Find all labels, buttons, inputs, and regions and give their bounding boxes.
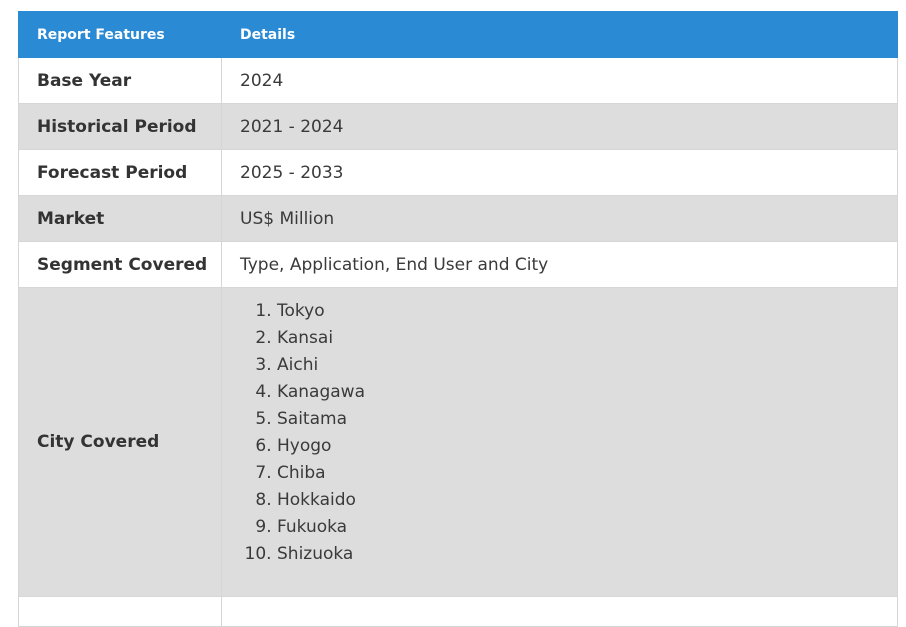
list-item-city: Kansai xyxy=(277,325,897,352)
feature-cell: Market xyxy=(18,195,222,242)
details-cell: 2025 - 2033 xyxy=(221,149,898,196)
report-features-table: Report Features Details Base Year 2024 H… xyxy=(18,11,898,627)
details-cell: Type, Application, End User and City xyxy=(221,241,898,288)
list-item-city: Chiba xyxy=(277,460,897,487)
table-row: Forecast Period 2025 - 2033 xyxy=(18,149,898,196)
feature-cell: Segment Covered xyxy=(18,241,222,288)
list-item-city: Fukuoka xyxy=(277,514,897,541)
list-item-city: Hyogo xyxy=(277,433,897,460)
report-features-table-container: Report Features Details Base Year 2024 H… xyxy=(18,11,898,627)
table-header-row: Report Features Details xyxy=(18,11,898,58)
feature-cell: Forecast Period xyxy=(18,149,222,196)
table-row: Historical Period 2021 - 2024 xyxy=(18,103,898,150)
feature-cell: Base Year xyxy=(18,57,222,104)
feature-cell-empty xyxy=(18,596,222,627)
table-row-cut-off xyxy=(18,596,898,627)
details-cell-empty xyxy=(221,596,898,627)
table-row: Market US$ Million xyxy=(18,195,898,242)
list-item-city: Shizuoka xyxy=(277,541,897,568)
feature-cell: City Covered xyxy=(18,287,222,597)
list-item-city: Aichi xyxy=(277,352,897,379)
city-list: Tokyo Kansai Aichi Kanagawa Saitama Hyog… xyxy=(240,288,897,596)
list-item-city: Saitama xyxy=(277,406,897,433)
details-cell: 2024 xyxy=(221,57,898,104)
details-cell: 2021 - 2024 xyxy=(221,103,898,150)
list-item-city: Kanagawa xyxy=(277,379,897,406)
table-row-city-covered: City Covered Tokyo Kansai Aichi Kanagawa… xyxy=(18,287,898,597)
header-details: Details xyxy=(221,11,898,58)
details-cell: Tokyo Kansai Aichi Kanagawa Saitama Hyog… xyxy=(221,287,898,597)
header-report-features: Report Features xyxy=(18,11,222,58)
table-row: Base Year 2024 xyxy=(18,57,898,104)
list-item-city: Hokkaido xyxy=(277,487,897,514)
details-cell: US$ Million xyxy=(221,195,898,242)
feature-cell: Historical Period xyxy=(18,103,222,150)
table-row: Segment Covered Type, Application, End U… xyxy=(18,241,898,288)
list-item-city: Tokyo xyxy=(277,298,897,325)
